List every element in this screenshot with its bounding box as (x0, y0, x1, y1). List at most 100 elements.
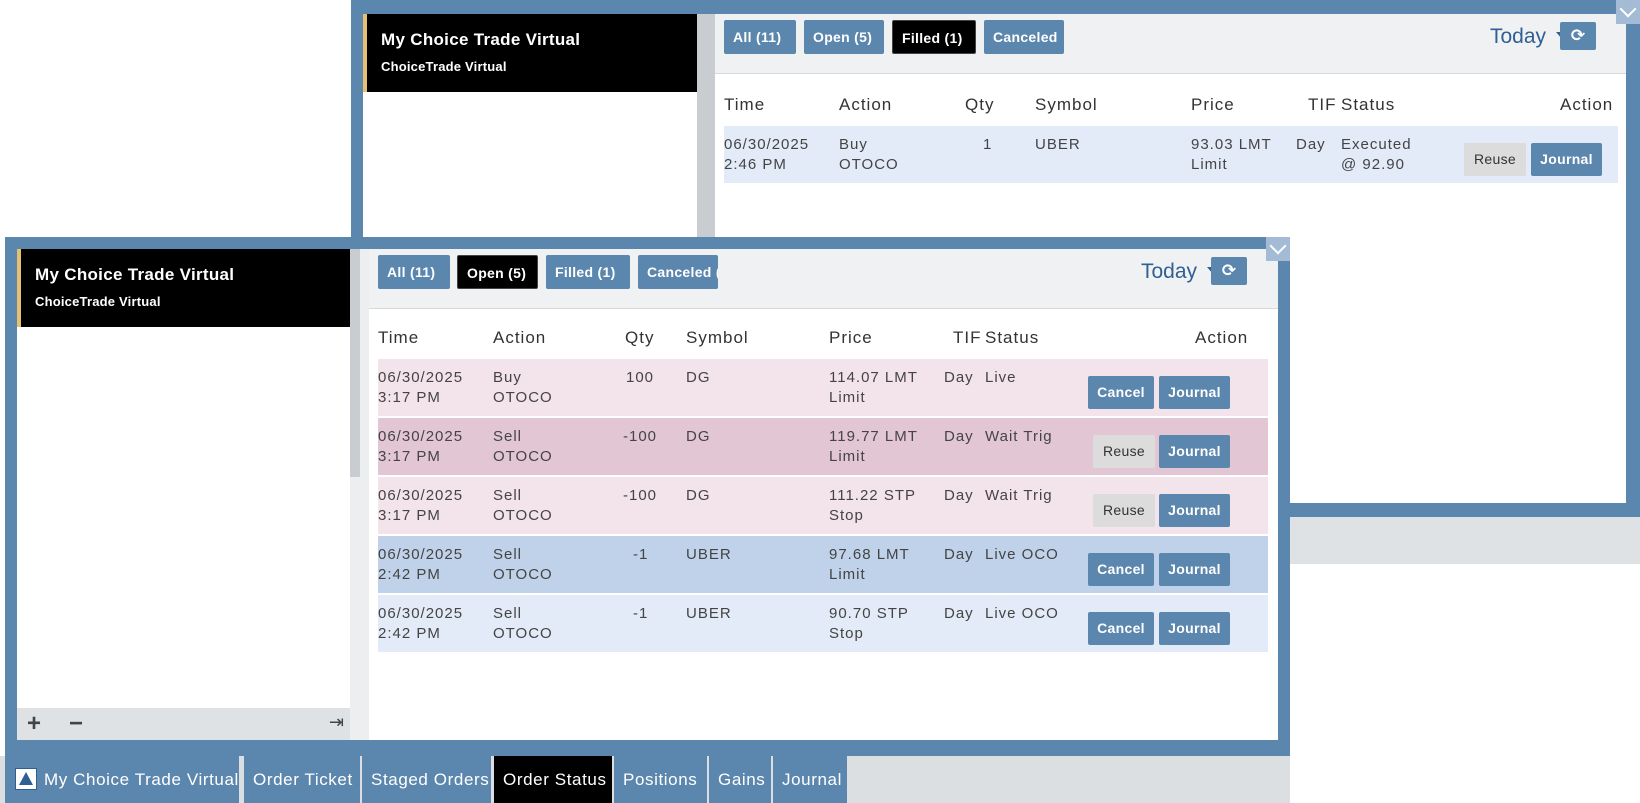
cell-action: Sell OTOCO (493, 487, 553, 524)
date-filter-label: Today (1490, 25, 1547, 48)
cell-price: 90.70 STP Stop (829, 605, 909, 642)
task-tab-order-ticket[interactable]: Order Ticket (244, 756, 360, 803)
task-tab-label: My Choice Trade Virtual (44, 770, 239, 789)
task-tab-order-status[interactable]: Order Status (494, 756, 612, 803)
window-body: My Choice Trade Virtual ChoiceTrade Virt… (17, 249, 1278, 740)
cell-action: Sell OTOCO (493, 546, 553, 583)
table-row[interactable]: 06/30/2025 3:17 PM Buy OTOCO 100 DG 114.07… (378, 359, 1268, 416)
logout-icon[interactable]: ⇥ (329, 712, 344, 733)
filter-open-button[interactable]: Open (5) (457, 255, 538, 289)
cell-tif: Day (944, 546, 974, 563)
cell-status: Live (985, 369, 1017, 386)
cell-price: 93.03 LMT Limit (1191, 136, 1272, 173)
cell-symbol: DG (686, 487, 711, 504)
account-subtitle: ChoiceTrade Virtual (381, 59, 507, 74)
filter-open-button[interactable]: Open (5) (804, 20, 884, 54)
col-header-action: Action (493, 328, 547, 347)
cell-qty: -100 (623, 428, 658, 445)
journal-button[interactable]: Journal (1159, 553, 1230, 586)
account-actions-bar: + − ⇥ (17, 708, 350, 740)
col-header-status: Status (1341, 95, 1396, 114)
col-header-action: Action (839, 95, 893, 114)
filter-toolbar: All (11) Open (5) Filled (1) Canceled To… (715, 14, 1626, 74)
cell-price: 114.07 LMT Limit (829, 369, 918, 406)
col-header-tif: TIF (1308, 95, 1337, 114)
collapse-icon[interactable] (1266, 237, 1290, 261)
window-taskbar: My Choice Trade Virtual Order Ticket Sta… (0, 756, 1290, 803)
filter-filled-button[interactable]: Filled (1) (546, 255, 630, 289)
reuse-button[interactable]: Reuse (1093, 435, 1155, 468)
account-card[interactable]: My Choice Trade Virtual ChoiceTrade Virt… (363, 14, 697, 92)
cell-qty: -1 (633, 605, 649, 622)
task-tab-positions[interactable]: Positions (614, 756, 707, 803)
filter-toolbar: All (11) Open (5) Filled (1) Canceled ( … (369, 249, 1278, 309)
cell-qty: -1 (633, 546, 649, 563)
cell-tif: Day (944, 428, 974, 445)
reuse-button[interactable]: Reuse (1093, 494, 1155, 527)
task-tab-staged-orders[interactable]: Staged Orders (362, 756, 491, 803)
cell-tif: Day (944, 605, 974, 622)
table-row[interactable]: 06/30/2025 2:46 PM Buy OTOCO 1 UBER 93.03 … (724, 126, 1618, 183)
col-header-price: Price (829, 328, 873, 347)
date-filter-dropdown[interactable]: Today (1141, 257, 1220, 287)
cell-qty: -100 (623, 487, 658, 504)
cell-symbol: UBER (686, 546, 732, 563)
col-header-actions: Action (1560, 95, 1614, 114)
cancel-button[interactable]: Cancel (1088, 612, 1154, 645)
cell-price: 97.68 LMT Limit (829, 546, 910, 583)
cell-qty: 1 (983, 136, 993, 153)
cell-symbol: UBER (1035, 136, 1081, 153)
col-header-time: Time (724, 95, 766, 114)
filter-all-button[interactable]: All (11) (378, 255, 450, 289)
cell-price: 111.22 STP Stop (829, 487, 916, 524)
cancel-button[interactable]: Cancel (1088, 553, 1154, 586)
cell-symbol: UBER (686, 605, 732, 622)
col-header-tif: TIF (953, 328, 982, 347)
cell-date: 06/30/2025 2:42 PM (378, 605, 464, 642)
cell-tif: Day (1296, 136, 1326, 153)
order-status-window-front: My Choice Trade Virtual ChoiceTrade Virt… (5, 237, 1290, 756)
refresh-button[interactable]: ⟳ (1560, 22, 1596, 50)
table-row[interactable]: 06/30/2025 3:17 PM Sell OTOCO -100 DG 119.… (378, 418, 1268, 475)
cell-action: Buy OTOCO (839, 136, 899, 173)
cell-date: 06/30/2025 3:17 PM (378, 369, 464, 406)
app-logo-icon (15, 768, 37, 790)
journal-button[interactable]: Journal (1159, 612, 1230, 645)
col-header-status: Status (985, 328, 1040, 347)
account-name: My Choice Trade Virtual (35, 265, 235, 284)
journal-button[interactable]: Journal (1159, 494, 1230, 527)
filter-all-button[interactable]: All (11) (724, 20, 796, 54)
collapse-icon[interactable] (1616, 0, 1640, 24)
filter-canceled-button[interactable]: Canceled ( (638, 255, 718, 289)
task-tab-account[interactable]: My Choice Trade Virtual (5, 756, 239, 803)
journal-button[interactable]: Journal (1531, 143, 1602, 176)
cell-tif: Day (944, 369, 974, 386)
table-row[interactable]: 06/30/2025 2:42 PM Sell OTOCO -1 UBER 97.6… (378, 536, 1268, 593)
background-strip (1290, 517, 1640, 564)
cell-status: Wait Trig (985, 487, 1053, 504)
cell-qty: 100 (626, 369, 655, 386)
vertical-scrollbar[interactable] (350, 249, 369, 740)
table-row[interactable]: 06/30/2025 3:17 PM Sell OTOCO -100 DG 111.… (378, 477, 1268, 534)
refresh-button[interactable]: ⟳ (1211, 257, 1247, 285)
cell-status: Live OCO (985, 546, 1059, 563)
journal-button[interactable]: Journal (1159, 376, 1230, 409)
filter-filled-button[interactable]: Filled (1) (892, 20, 976, 54)
plus-icon[interactable]: + (27, 710, 41, 738)
cell-action: Sell OTOCO (493, 428, 553, 465)
cell-status: Wait Trig (985, 428, 1053, 445)
task-tab-gains[interactable]: Gains (709, 756, 771, 803)
scrollbar-thumb[interactable] (350, 249, 360, 477)
account-subtitle: ChoiceTrade Virtual (35, 294, 161, 309)
date-filter-dropdown[interactable]: Today (1490, 22, 1569, 52)
col-header-symbol: Symbol (686, 328, 749, 347)
reuse-button[interactable]: Reuse (1464, 143, 1526, 176)
task-tab-journal[interactable]: Journal (773, 756, 847, 803)
cancel-button[interactable]: Cancel (1088, 376, 1154, 409)
minus-icon[interactable]: − (69, 710, 83, 738)
journal-button[interactable]: Journal (1159, 435, 1230, 468)
account-card[interactable]: My Choice Trade Virtual ChoiceTrade Virt… (17, 249, 350, 327)
refresh-icon: ⟳ (1221, 261, 1237, 280)
table-row[interactable]: 06/30/2025 2:42 PM Sell OTOCO -1 UBER 90.7… (378, 595, 1268, 652)
filter-canceled-button[interactable]: Canceled (984, 20, 1064, 54)
